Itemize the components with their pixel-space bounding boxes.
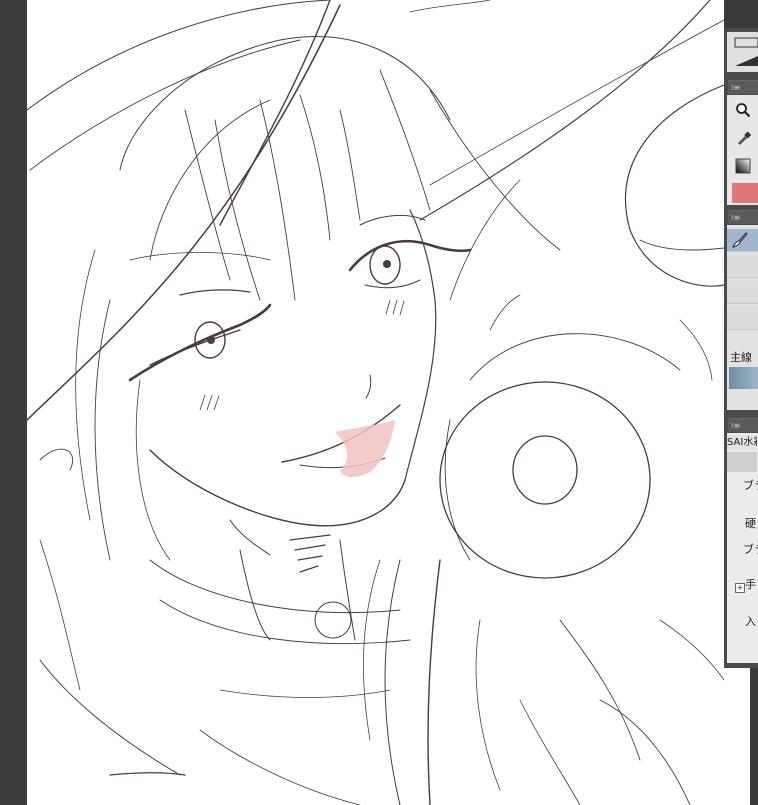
brush-item[interactable] (727, 307, 758, 330)
brush-density-label: ブラ (743, 543, 758, 556)
window-edge (750, 668, 758, 805)
drawing-canvas[interactable] (27, 0, 724, 805)
brush-list-section: 主線 (727, 225, 758, 410)
brush-group-label: 主線 (730, 351, 752, 364)
brush-item[interactable] (727, 281, 758, 304)
input-label: 入 (745, 615, 756, 628)
brush-properties-section: SAI水彩 ブラ 硬 ブラ + 手 入 (727, 433, 758, 663)
brush-item-selected[interactable] (727, 229, 758, 252)
brush-shape-label: ブラ (743, 479, 758, 492)
panel-grip-brush[interactable]: ⁞≡ (728, 210, 758, 224)
tool-section (727, 95, 758, 205)
panel-grip-properties[interactable]: ⁞≡ (728, 418, 758, 432)
canvas-edge (724, 668, 750, 805)
left-dock-bar (0, 0, 27, 805)
main-color-swatch[interactable] (732, 183, 758, 203)
brush-shape-section (727, 32, 758, 72)
eyedropper-icon[interactable] (732, 127, 754, 149)
stabilizer-label: 手 (745, 578, 756, 591)
gradient-icon[interactable] (732, 155, 754, 177)
brush-preset-preview[interactable] (729, 367, 758, 389)
expand-plus-icon[interactable]: + (735, 583, 745, 593)
brush-shape-preview[interactable] (727, 32, 758, 72)
brush-icon (732, 232, 748, 248)
brush-item[interactable] (727, 255, 758, 278)
zoom-icon[interactable] (732, 99, 754, 121)
panel-header (724, 0, 758, 28)
sai-preset-bar[interactable] (727, 452, 757, 472)
sai-section-title: SAI水彩 (727, 435, 757, 450)
tool-panel: ⁞≡ ⁞≡ 主線 ⁞≡ SAI水彩 ブラ 硬 ブラ + 手 入 (724, 0, 758, 668)
sketch-artwork (27, 0, 724, 805)
panel-grip-tools[interactable]: ⁞≡ (728, 80, 758, 94)
hardness-label: 硬 (745, 517, 756, 530)
